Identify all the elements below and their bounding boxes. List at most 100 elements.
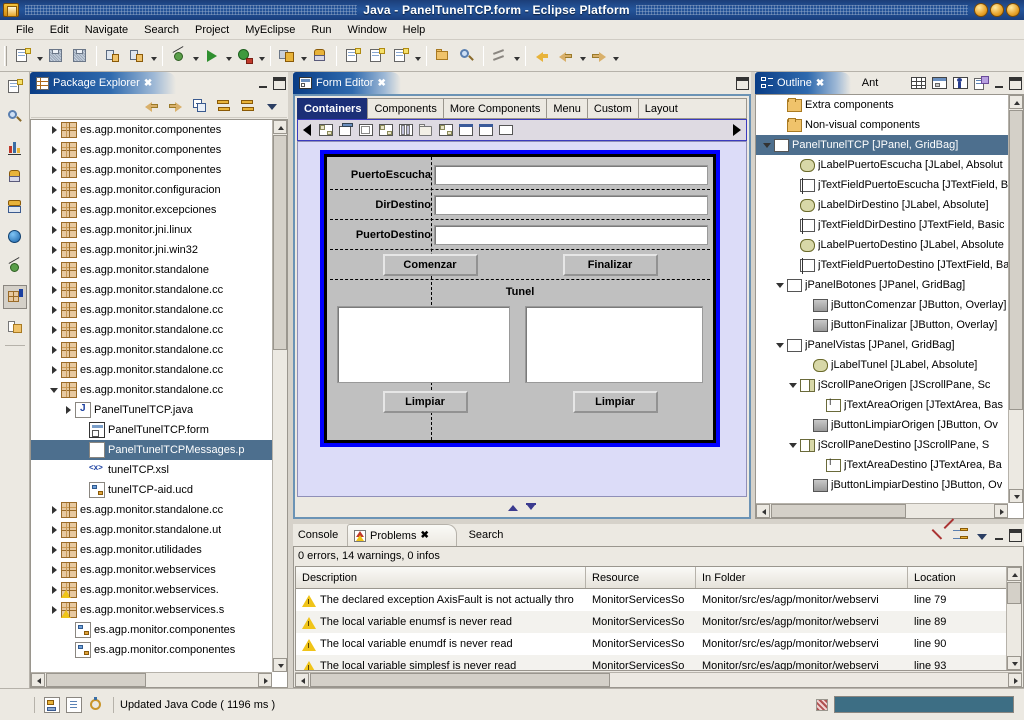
tree-twisty[interactable] [47, 586, 61, 594]
scroll-down-button[interactable] [1007, 656, 1021, 670]
scroll-right-button[interactable] [1008, 673, 1022, 687]
problems-row[interactable]: The local variable enumsf is never read M… [296, 611, 1021, 633]
run-form-button[interactable] [951, 75, 969, 92]
problems-hscrollbar[interactable] [295, 672, 1022, 687]
tree-item[interactable]: PanelTunelTCP.form [31, 420, 272, 440]
properties-button[interactable] [972, 75, 990, 92]
palette-scroll-left-icon[interactable] [300, 120, 314, 140]
tree-twisty[interactable] [47, 326, 61, 334]
jsplitpane-icon[interactable] [358, 123, 375, 138]
problems-row[interactable]: The declared exception AxisFault is not … [296, 589, 1021, 611]
run-external-button[interactable] [126, 45, 148, 67]
tab-ant[interactable]: Ant [853, 72, 887, 94]
view-menu-button[interactable] [262, 97, 280, 115]
jwindow-icon[interactable] [498, 123, 515, 138]
problems-row[interactable]: The local variable simplesf is never rea… [296, 655, 1021, 670]
open-db-button[interactable] [309, 45, 331, 67]
outline-item[interactable]: jLabelPuertoEscucha [JLabel, Absolut [756, 155, 1008, 175]
tree-item[interactable]: es.agp.monitor.standalone.cc [31, 340, 272, 360]
tab-form-editor[interactable]: Form Editor ✖ [293, 72, 401, 94]
outline-item[interactable]: jPanelVistas [JPanel, GridBag] [756, 335, 1008, 355]
form-field-puertodestino[interactable] [434, 224, 708, 245]
maximize-icon[interactable] [736, 76, 749, 90]
chevron-down-icon[interactable] [578, 45, 587, 67]
tree-item[interactable]: es.agp.monitor.componentes [31, 120, 272, 140]
problems-vscrollbar[interactable] [1006, 567, 1021, 670]
tree-twisty[interactable] [47, 206, 61, 214]
scroll-hthumb[interactable] [310, 673, 610, 687]
preview-button[interactable] [930, 75, 948, 92]
tree-twisty[interactable] [47, 226, 61, 234]
palette-tab-menu[interactable]: Menu [546, 98, 587, 119]
chevron-down-icon[interactable] [149, 45, 158, 67]
form-design-canvas[interactable]: PuertoEscucha DirDestino PuertoDestino C… [297, 141, 747, 497]
chevron-down-icon[interactable] [257, 45, 266, 67]
jscrollpane-icon[interactable] [378, 123, 395, 138]
form-field-puertoescucha[interactable] [434, 164, 708, 185]
outline-item[interactable]: Extra components [756, 95, 1008, 115]
outline-item[interactable]: jButtonFinalizar [JButton, Overlay] [756, 315, 1008, 335]
forward-arrow-button[interactable] [166, 97, 184, 115]
package-tree-vscrollbar[interactable] [272, 120, 287, 672]
form-button-comenzar[interactable]: Comenzar [382, 253, 478, 276]
tree-twisty[interactable] [47, 266, 61, 274]
form-button-limpiar-destino[interactable]: Limpiar [572, 391, 658, 413]
scroll-right-button[interactable] [258, 673, 272, 687]
palette-scroll-right-icon[interactable] [730, 120, 744, 140]
scroll-hthumb[interactable] [771, 504, 906, 518]
tree-item[interactable]: es.agp.monitor.standalone.cc [31, 360, 272, 380]
tree-item[interactable]: es.agp.monitor.webservices. [31, 580, 272, 600]
toolbar-grip[interactable] [4, 45, 7, 66]
close-icon[interactable]: ✖ [420, 530, 428, 541]
jfilechooser-icon[interactable] [418, 123, 435, 138]
menu-project[interactable]: Project [187, 22, 237, 38]
tree-item[interactable]: es.agp.monitor.utilidades [31, 540, 272, 560]
delete-button[interactable] [930, 518, 955, 544]
last-edit-location-button[interactable] [531, 45, 553, 67]
close-button[interactable] [1006, 3, 1020, 17]
scroll-thumb[interactable] [1007, 582, 1021, 604]
tree-twisty[interactable] [47, 146, 61, 154]
chevron-down-icon[interactable] [224, 45, 233, 67]
column-header-resource[interactable]: Resource [586, 567, 696, 588]
menu-edit[interactable]: Edit [42, 22, 77, 38]
tree-twisty[interactable] [47, 526, 61, 534]
tree-twisty[interactable] [47, 126, 61, 134]
back-arrow-button[interactable] [142, 97, 160, 115]
tab-problems[interactable]: Problems ✖ [347, 524, 457, 546]
align-bottom-icon[interactable] [525, 502, 537, 512]
outline-item[interactable]: jTextAreaDestino [JTextArea, Ba [756, 455, 1008, 475]
outline-item[interactable]: jLabelDirDestino [JLabel, Absolute] [756, 195, 1008, 215]
next-annotation-button[interactable] [489, 45, 511, 67]
jpanel-icon[interactable] [318, 123, 335, 138]
outline-twisty[interactable] [786, 443, 800, 448]
tab-outline[interactable]: Outline ✖ [755, 72, 851, 94]
tree-twisty[interactable] [47, 546, 61, 554]
jtoolbar-icon[interactable] [398, 123, 415, 138]
scroll-left-button[interactable] [756, 504, 770, 518]
outline-item[interactable]: jTextFieldPuertoDestino [JTextField, Ba [756, 255, 1008, 275]
forward-button[interactable] [588, 45, 610, 67]
tree-item[interactable]: es.agp.monitor.componentes [31, 140, 272, 160]
form-textarea-origen[interactable] [337, 306, 511, 383]
problems-row[interactable]: The local variable enumdf is never read M… [296, 633, 1021, 655]
maximize-icon[interactable] [1009, 528, 1022, 542]
chevron-down-icon[interactable] [413, 45, 422, 67]
new-java-project-button[interactable] [342, 45, 364, 67]
palette-tab-containers[interactable]: Containers [297, 98, 368, 119]
minimize-button[interactable] [974, 3, 988, 17]
column-header-in-folder[interactable]: In Folder [696, 567, 908, 588]
form-textarea-destino[interactable] [524, 306, 703, 383]
column-header-description[interactable]: Description [296, 567, 586, 588]
fastview-search-java[interactable] [3, 105, 27, 129]
scroll-down-button[interactable] [273, 658, 287, 672]
palette-tab-components[interactable]: Components [367, 98, 443, 119]
menu-window[interactable]: Window [340, 22, 395, 38]
collapse-all-tree-button[interactable] [214, 97, 232, 115]
tree-item[interactable]: tunelTCP.xsl [31, 460, 272, 480]
new-wizard-button[interactable] [12, 45, 34, 67]
maximize-icon[interactable] [273, 76, 286, 90]
tree-item[interactable]: es.agp.monitor.standalone.ut [31, 520, 272, 540]
scroll-down-button[interactable] [1009, 489, 1023, 503]
tree-item[interactable]: es.agp.monitor.jni.linux [31, 220, 272, 240]
